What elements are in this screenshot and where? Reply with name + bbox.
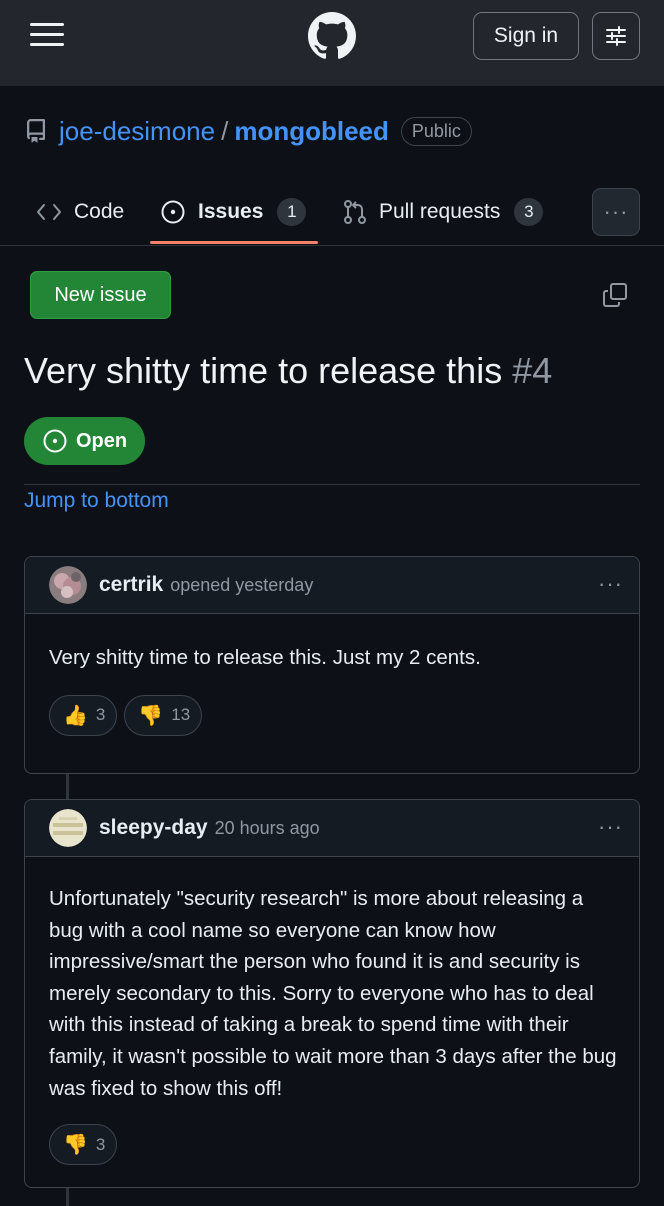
- tab-code[interactable]: Code: [36, 182, 124, 242]
- tab-pull-requests-count: 3: [514, 198, 544, 226]
- comment: certrik opened yesterday ··· Very shitty…: [24, 556, 640, 774]
- tab-issues[interactable]: Issues 1: [160, 182, 307, 242]
- reaction-thumbs-up[interactable]: 👍 3: [49, 694, 118, 736]
- repo-owner-link[interactable]: joe-desimone: [59, 116, 215, 147]
- comment-meta: opened yesterday: [170, 574, 314, 595]
- reaction-thumbs-down[interactable]: 👎 13: [124, 694, 203, 736]
- comment-header: certrik opened yesterday ···: [25, 557, 639, 614]
- comment-header: sleepy-day 20 hours ago ···: [25, 800, 639, 857]
- avatar[interactable]: [49, 566, 87, 604]
- repo-separator: /: [221, 115, 229, 146]
- tab-issues-label: Issues: [198, 200, 264, 223]
- thumbs-down-icon: 👎: [138, 704, 164, 727]
- copy-icon[interactable]: [602, 282, 628, 308]
- issue-state-label: Open: [75, 429, 128, 452]
- top-header: Sign in: [0, 0, 664, 86]
- new-issue-button[interactable]: New issue: [30, 271, 171, 319]
- comment-body: Very shitty time to release this. Just m…: [49, 646, 481, 669]
- tab-pull-requests-label: Pull requests: [379, 200, 501, 223]
- issue-title: Very shitty time to release this #4: [24, 346, 644, 396]
- tune-button[interactable]: [592, 12, 640, 60]
- tab-code-label: Code: [74, 200, 125, 223]
- kebab-icon[interactable]: ···: [598, 571, 623, 597]
- reaction-count: 3: [95, 705, 106, 725]
- repo-name-link[interactable]: mongobleed: [234, 116, 389, 147]
- active-tab-indicator: [150, 241, 318, 244]
- repo-tabs: Code Issues 1 Pull requests 3: [0, 182, 664, 246]
- tab-pull-requests[interactable]: Pull requests 3: [343, 182, 544, 242]
- comment-meta: 20 hours ago: [214, 817, 320, 838]
- more-tabs-button[interactable]: ···: [592, 188, 640, 236]
- github-logo-icon[interactable]: [308, 12, 356, 60]
- kebab-icon[interactable]: ···: [598, 814, 623, 840]
- comment-author[interactable]: certrik: [99, 573, 163, 597]
- issue-state-badge: Open: [24, 417, 145, 465]
- tune-icon: [606, 26, 626, 46]
- comment-author[interactable]: sleepy-day: [99, 816, 208, 840]
- visibility-badge: Public: [400, 116, 472, 146]
- header-divider: [24, 484, 640, 485]
- comment-body: Unfortunately "security research" is mor…: [49, 887, 617, 1100]
- code-icon: [37, 204, 61, 220]
- jump-to-bottom-link[interactable]: Jump to bottom: [24, 488, 169, 514]
- issue-open-icon: [161, 200, 185, 224]
- tab-issues-count: 1: [277, 198, 307, 226]
- thumbs-down-icon: 👎: [63, 1134, 88, 1157]
- reactions: 👎 3: [25, 1104, 639, 1166]
- reactions: 👍 3 👎 13: [25, 674, 639, 736]
- issue-number: #4: [512, 350, 553, 391]
- repo-icon: [26, 119, 45, 143]
- thumbs-up-icon: 👍: [63, 704, 88, 727]
- pull-request-icon: [344, 200, 366, 224]
- comment: sleepy-day 20 hours ago ··· Unfortunatel…: [24, 799, 640, 1188]
- repo-breadcrumb: joe-desimone / mongobleed Public: [24, 112, 472, 150]
- timeline-connector: [66, 1186, 69, 1206]
- issue-title-text: Very shitty time to release this: [24, 350, 503, 391]
- menu-icon[interactable]: [30, 23, 64, 47]
- reaction-thumbs-down[interactable]: 👎 3: [49, 1124, 118, 1166]
- reaction-count: 13: [171, 705, 191, 725]
- avatar[interactable]: [49, 809, 87, 847]
- issue-open-icon: [43, 429, 67, 453]
- timeline-connector: [66, 772, 69, 802]
- sign-in-button[interactable]: Sign in: [473, 12, 579, 60]
- reaction-count: 3: [95, 1134, 106, 1154]
